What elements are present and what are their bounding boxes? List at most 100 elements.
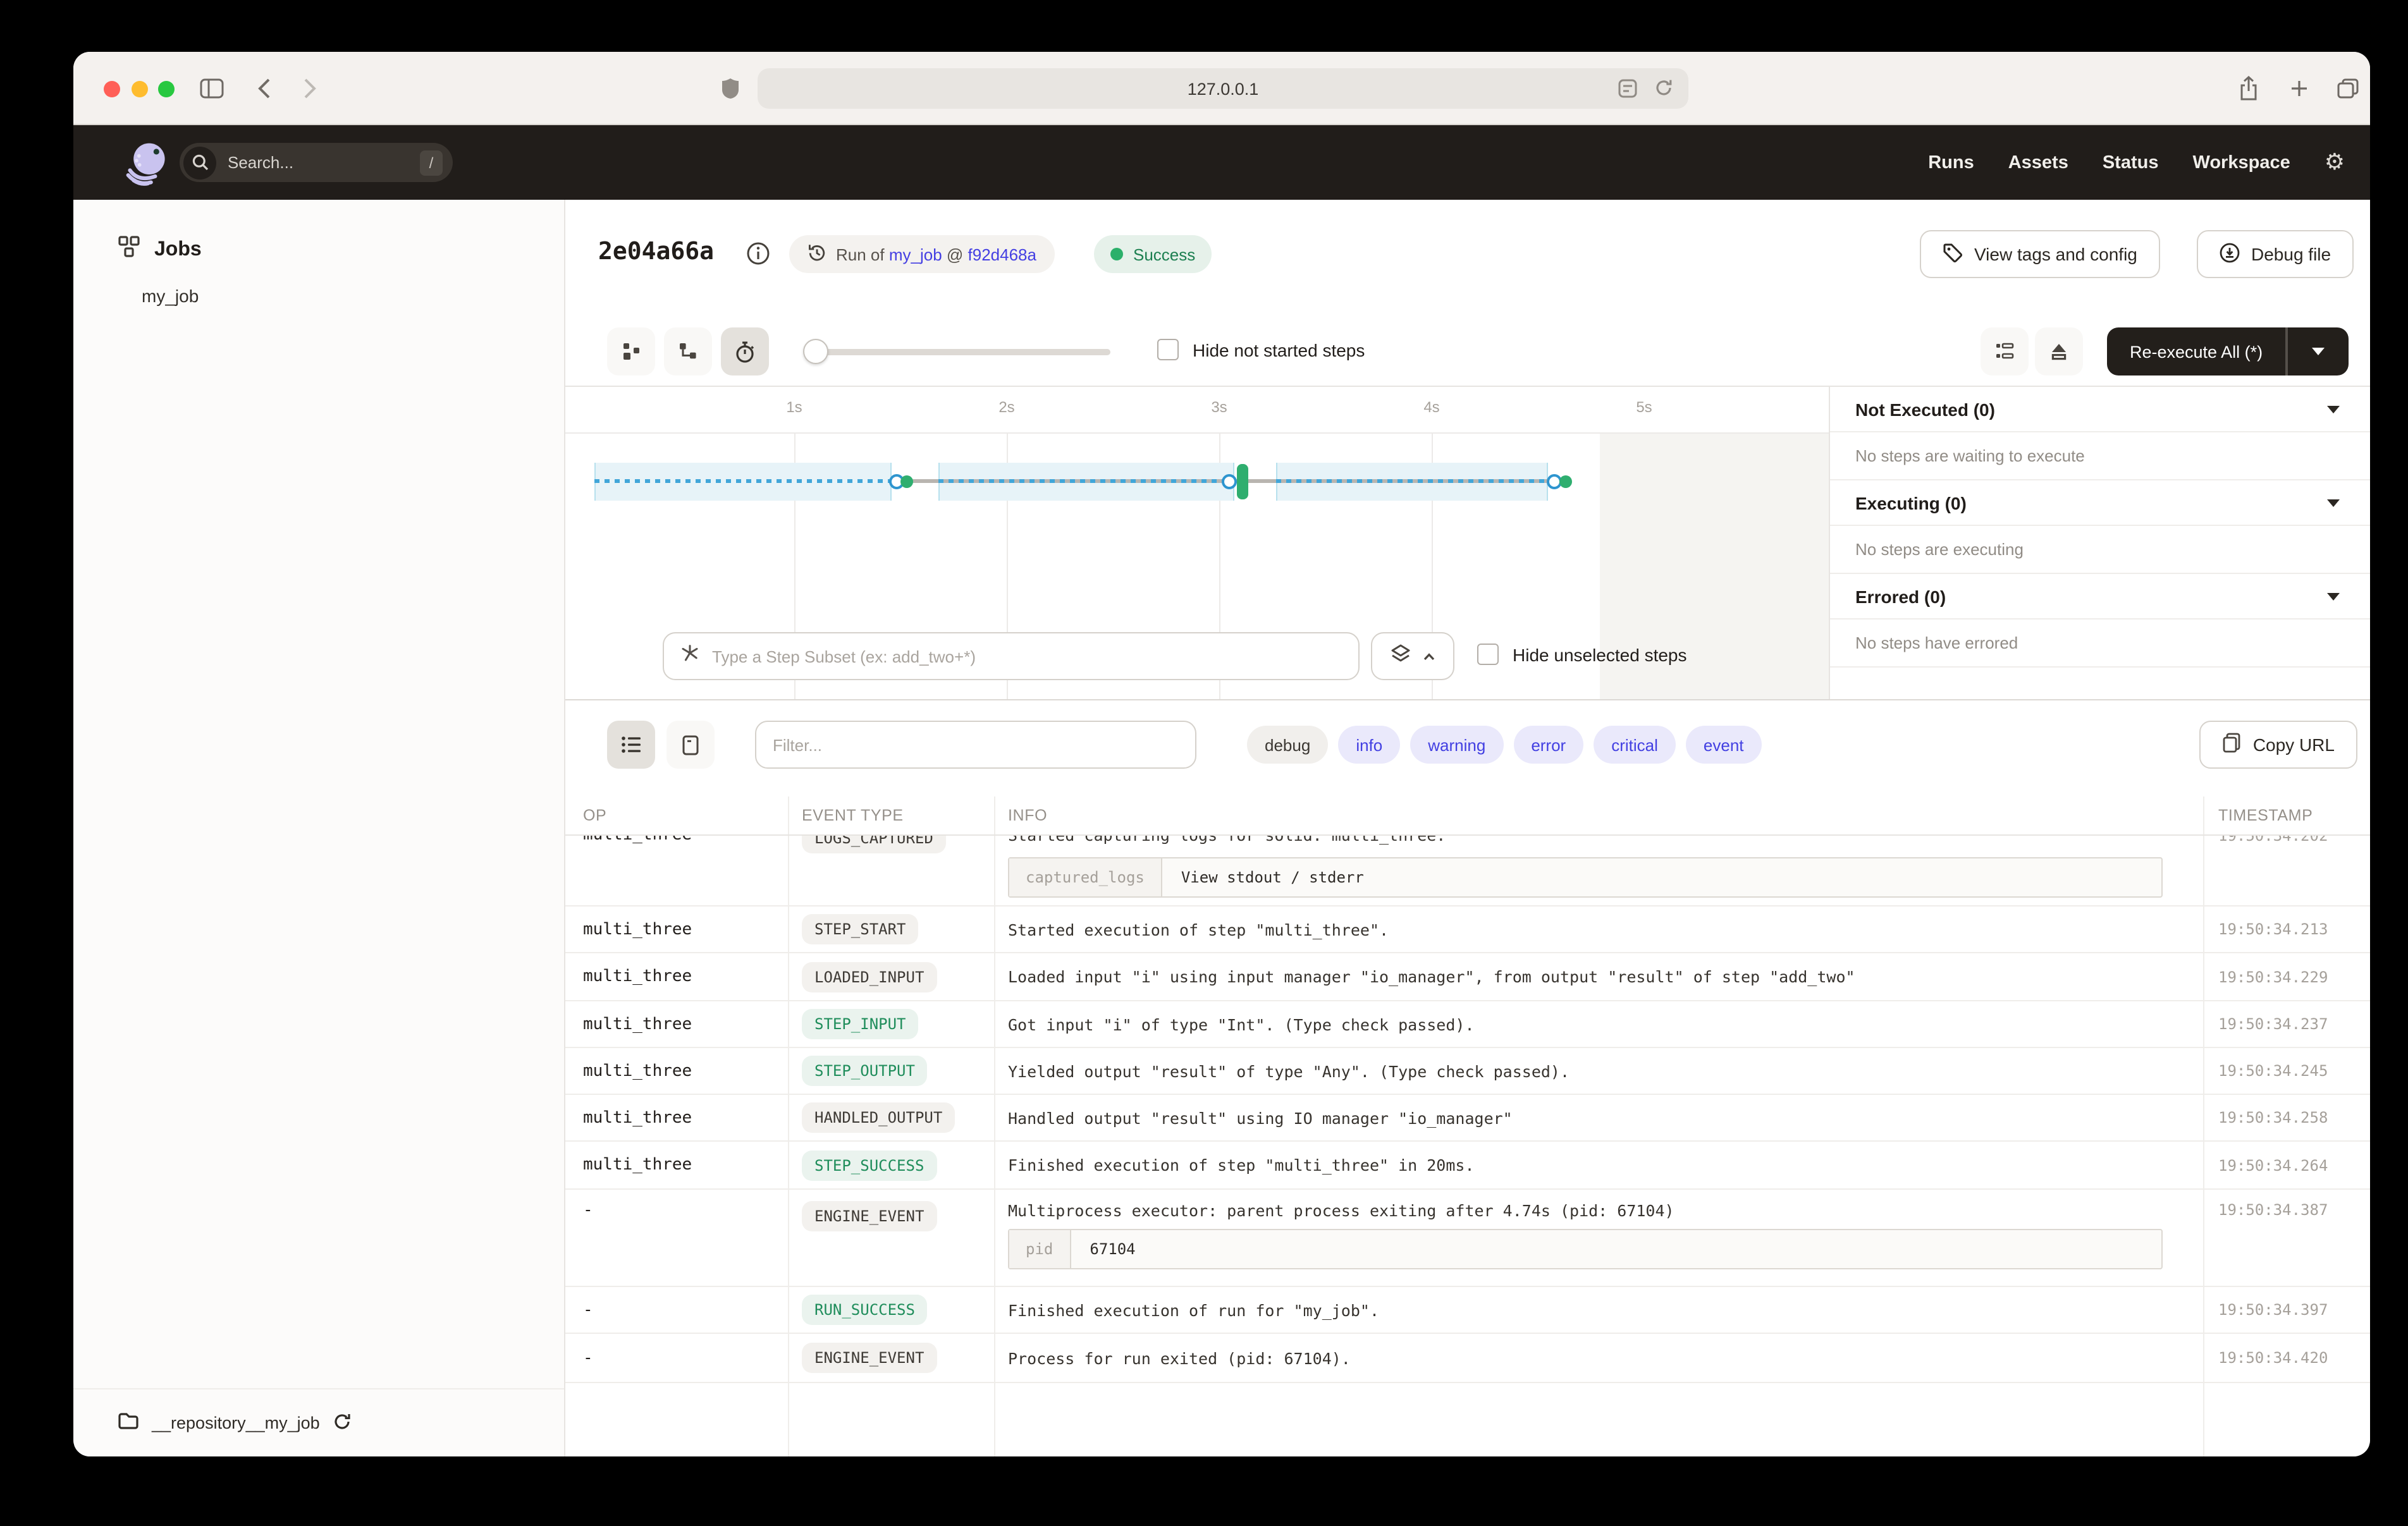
table-row[interactable]: multi_three LOADED_INPUT Loaded input "i… (565, 953, 2370, 1001)
log-level-chip-event[interactable]: event (1686, 726, 1762, 764)
global-search[interactable]: / (180, 143, 453, 182)
graph-query-toggle-button[interactable] (1371, 632, 1454, 680)
log-level-chips: debug info warning error critical event (1247, 726, 1762, 764)
panel-section-not-executed[interactable]: Not Executed (0) (1830, 387, 2370, 432)
log-filter-input[interactable] (773, 735, 1179, 754)
tab-overview-icon[interactable] (2337, 78, 2359, 105)
eject-button[interactable] (2035, 327, 2083, 375)
info-icon[interactable] (746, 241, 770, 272)
reload-icon[interactable] (1654, 78, 1673, 101)
at-separator: @ (942, 245, 968, 264)
view-mode-waterfall-button[interactable] (664, 327, 712, 375)
table-row[interactable]: multi_three HANDLED_OUTPUT Handled outpu… (565, 1095, 2370, 1142)
table-row[interactable]: multi_three STEP_SUCCESS Finished execut… (565, 1142, 2370, 1190)
table-row[interactable]: multi_three STEP_INPUT Got input "i" of … (565, 1001, 2370, 1048)
zoom-slider-handle[interactable] (803, 339, 828, 364)
page-format-icon[interactable] (1618, 78, 1638, 102)
zoom-slider-track[interactable] (813, 349, 1110, 355)
chevron-down-icon (2327, 592, 2340, 600)
new-tab-icon[interactable] (2290, 80, 2308, 104)
gantt-success-dot[interactable] (1559, 475, 1572, 488)
back-icon[interactable] (258, 78, 271, 105)
log-level-chip-info[interactable]: info (1338, 726, 1400, 764)
history-icon (807, 243, 826, 266)
reexecute-all-button[interactable]: Re-execute All (*) (2107, 327, 2285, 375)
column-header-timestamp: TIMESTAMP (2204, 797, 2370, 834)
table-row[interactable]: - RUN_SUCCESS Finished execution of run … (565, 1287, 2370, 1334)
table-row[interactable]: multi_three LOGS_CAPTURED Started captur… (565, 836, 2370, 906)
table-row[interactable]: - ENGINE_EVENT Multiprocess executor: pa… (565, 1190, 2370, 1287)
table-row[interactable]: multi_three STEP_OUTPUT Yielded output "… (565, 1048, 2370, 1095)
column-header-info: INFO (995, 797, 2204, 834)
nav-runs[interactable]: Runs (1928, 152, 1974, 173)
log-view-raw-button[interactable] (666, 721, 715, 769)
hide-not-started-checkbox[interactable] (1157, 339, 1179, 360)
panel-section-errored[interactable]: Errored (0) (1830, 574, 2370, 620)
forward-icon[interactable] (304, 78, 316, 105)
chevron-up-icon (1423, 645, 1435, 668)
event-type-badge: STEP_START (802, 914, 919, 944)
sidebar-jobs-title: Jobs (154, 238, 202, 261)
log-table-body: multi_three LOGS_CAPTURED Started captur… (565, 836, 2370, 1456)
view-mode-timed-button[interactable] (721, 327, 769, 375)
column-header-op: OP (565, 797, 789, 834)
repository-name: __repository__my_job (152, 1413, 320, 1432)
job-link[interactable]: my_job (889, 245, 942, 264)
copy-url-button[interactable]: Copy URL (2200, 721, 2357, 769)
folder-icon (118, 1412, 139, 1434)
log-level-chip-debug[interactable]: debug (1247, 726, 1328, 764)
address-bar[interactable]: 127.0.0.1 (758, 68, 1688, 109)
nav-workspace[interactable]: Workspace (2193, 152, 2290, 173)
event-type-badge: ENGINE_EVENT (802, 1343, 937, 1373)
hide-unselected-checkbox[interactable] (1477, 644, 1499, 665)
search-input[interactable] (228, 153, 420, 172)
sidebar-item-my-job[interactable]: my_job (142, 286, 564, 306)
gantt-success-bar[interactable] (1238, 464, 1249, 499)
hide-not-started-label: Hide not started steps (1193, 339, 1365, 360)
window-close-button[interactable] (104, 81, 120, 97)
view-stdout-link[interactable]: View stdout / stderr (1162, 858, 1383, 896)
gantt-dotted-line (594, 479, 892, 483)
window-zoom-button[interactable] (158, 81, 175, 97)
window-minimize-button[interactable] (132, 81, 148, 97)
browser-chrome: 127.0.0.1 (73, 52, 2370, 125)
step-subset-field[interactable] (663, 632, 1360, 680)
sidebar: Jobs my_job __repository__my_job (73, 200, 565, 1456)
gantt-axis-label: 3s (1194, 398, 1244, 416)
browser-window: 127.0.0.1 (73, 52, 2370, 1456)
log-level-chip-error[interactable]: error (1513, 726, 1583, 764)
gantt-success-dot[interactable] (900, 475, 913, 488)
step-subset-input[interactable] (712, 647, 1342, 666)
reload-repository-icon[interactable] (333, 1412, 352, 1434)
log-filter-field[interactable] (755, 721, 1196, 769)
panel-section-executing[interactable]: Executing (0) (1830, 480, 2370, 526)
nav-status[interactable]: Status (2103, 152, 2159, 173)
share-icon[interactable] (2239, 76, 2259, 107)
log-level-chip-warning[interactable]: warning (1410, 726, 1503, 764)
table-row[interactable]: - ENGINE_EVENT Process for run exited (p… (565, 1334, 2370, 1383)
privacy-shield-icon[interactable] (721, 77, 740, 106)
snapshot-link[interactable]: f92d468a (968, 245, 1036, 264)
nav-assets[interactable]: Assets (2008, 152, 2068, 173)
event-type-badge: ENGINE_EVENT (802, 1201, 937, 1231)
sidebar-toggle-icon[interactable] (200, 78, 224, 105)
table-row[interactable]: multi_three STEP_START Started execution… (565, 906, 2370, 953)
filter-steps-button[interactable] (1981, 327, 2029, 375)
panel-caption: No steps are executing (1830, 526, 2370, 574)
reexecute-dropdown-button[interactable] (2288, 327, 2349, 375)
clipboard-icon (2223, 732, 2242, 757)
gantt-marker-circle[interactable] (1222, 474, 1238, 489)
view-mode-flat-button[interactable] (607, 327, 655, 375)
log-view-list-button[interactable] (607, 721, 655, 769)
sidebar-jobs-header: Jobs (73, 200, 564, 264)
gantt-axis-label: 1s (769, 398, 820, 416)
view-tags-button[interactable]: View tags and config (1920, 230, 2160, 278)
log-level-chip-critical[interactable]: critical (1594, 726, 1676, 764)
run-id: 2e04a66a (598, 238, 714, 266)
execution-status-panel: Not Executed (0) No steps are waiting to… (1829, 387, 2370, 699)
event-type-badge: RUN_SUCCESS (802, 1295, 928, 1325)
gantt-axis-label: 5s (1619, 398, 1669, 416)
debug-file-button[interactable]: Debug file (2197, 230, 2354, 278)
dagster-logo-icon[interactable] (124, 139, 172, 187)
gear-icon[interactable]: ⚙ (2325, 149, 2345, 176)
